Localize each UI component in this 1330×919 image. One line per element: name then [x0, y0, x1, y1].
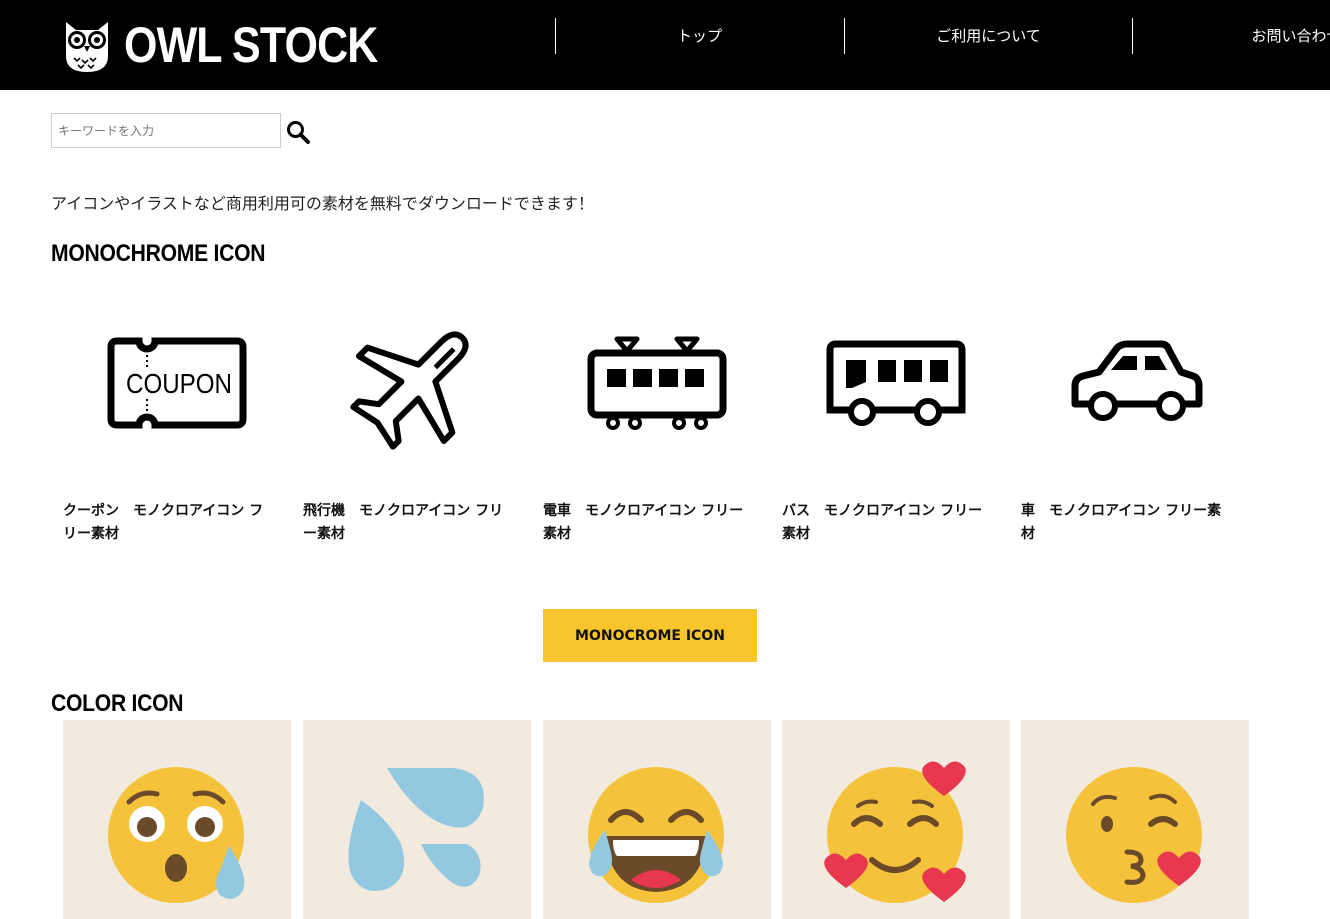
color-icon-card[interactable]	[1021, 720, 1249, 919]
icon-caption[interactable]: クーポン モノクロアイコン フリー素材	[63, 500, 291, 546]
nav-contact[interactable]: お問い合わせ	[1132, 18, 1330, 54]
car-icon	[1071, 340, 1203, 421]
monochrome-more-button[interactable]: MONOCROME ICON	[543, 609, 757, 662]
search-icon[interactable]	[285, 119, 311, 145]
sweat-drops-emoji-icon	[348, 768, 484, 891]
icon-caption[interactable]: 電車 モノクロアイコン フリー 素材	[543, 500, 771, 546]
logo-text: OWL STOCK	[124, 17, 378, 73]
icon-caption[interactable]: バス モノクロアイコン フリー 素材	[782, 500, 1010, 546]
icon-thumbnail	[782, 285, 1010, 481]
icon-caption[interactable]: 車 モノクロアイコン フリー素材	[1021, 500, 1249, 546]
section-title-color: COLOR ICON	[51, 690, 184, 717]
owl-logo-icon	[66, 22, 108, 72]
color-icon-card[interactable]	[782, 720, 1010, 919]
airplane-icon	[350, 331, 469, 450]
icon-thumbnail	[303, 285, 531, 481]
site-header: OWL STOCK トップ ご利用について お問い合わせ	[0, 0, 1330, 90]
nav-usage[interactable]: ご利用について	[844, 18, 1133, 54]
bus-icon	[826, 340, 966, 426]
coupon-icon: COUPON	[107, 337, 247, 429]
section-title-monochrome: MONOCHROME ICON	[51, 240, 266, 267]
search-input[interactable]	[51, 113, 281, 148]
kissing-heart-emoji-icon	[1066, 767, 1202, 903]
color-icon-card[interactable]	[63, 720, 291, 919]
color-icon-card[interactable]	[303, 720, 531, 919]
nav-top[interactable]: トップ	[555, 18, 844, 54]
icon-thumbnail	[1021, 285, 1249, 481]
icon-thumbnail: COUPON	[63, 285, 291, 481]
coupon-label: COUPON	[126, 368, 232, 399]
color-icon-card[interactable]	[543, 720, 771, 919]
train-icon	[587, 336, 727, 430]
intro-text: アイコンやイラストなど商用利用可の素材を無料でダウンロードできます！	[51, 194, 594, 213]
smiling-hearts-emoji-icon	[824, 761, 966, 903]
shocked-sweat-emoji-icon	[108, 767, 245, 903]
site-logo[interactable]: OWL STOCK	[58, 16, 419, 74]
icon-caption[interactable]: 飛行機 モノクロアイコン フリ ー素材	[303, 500, 531, 546]
tears-of-joy-emoji-icon	[588, 767, 724, 903]
icon-thumbnail	[543, 285, 771, 481]
